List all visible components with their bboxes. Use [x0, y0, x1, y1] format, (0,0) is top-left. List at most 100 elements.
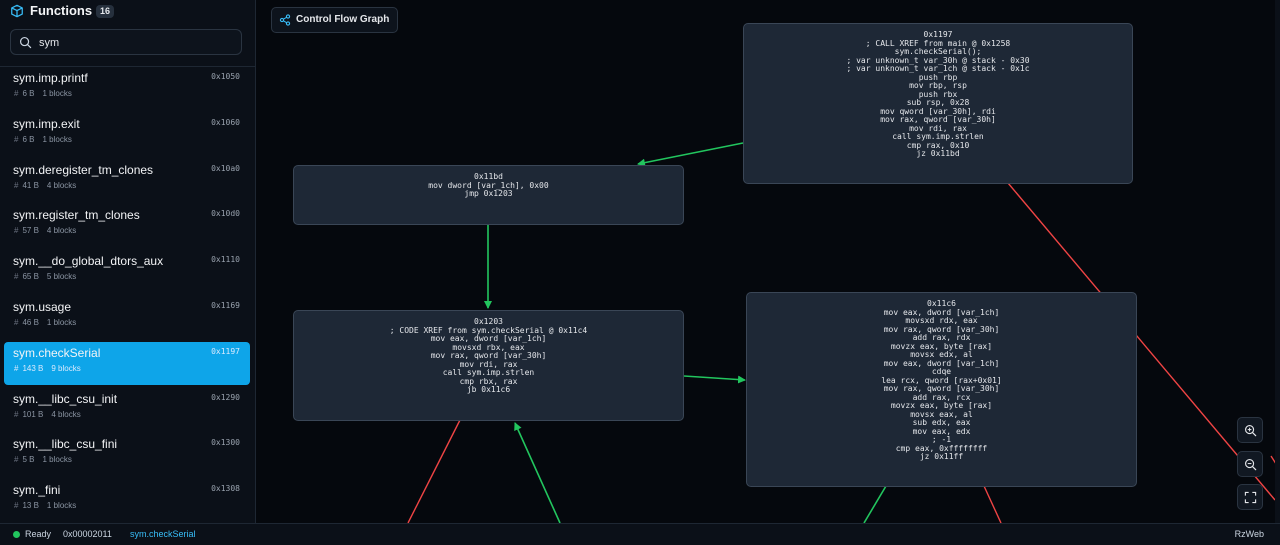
function-item[interactable]: sym.usage 0x1169 #46 B 1 blocks: [4, 296, 250, 339]
function-blocks: 1 blocks: [42, 455, 72, 465]
function-address: 0x1169: [211, 301, 240, 310]
function-meta: #13 B 1 blocks: [14, 501, 76, 510]
function-meta: #41 B 4 blocks: [14, 181, 76, 190]
hash-icon: #: [14, 363, 19, 373]
function-size: 13 B: [22, 501, 39, 511]
function-size: 6 B: [22, 89, 35, 98]
function-address: 0x1308: [211, 484, 240, 494]
function-item[interactable]: sym.__do_global_dtors_aux 0x1110 #65 B 5 bl…: [4, 250, 250, 293]
fit-screen-button[interactable]: [1237, 484, 1263, 510]
hash-icon: #: [14, 318, 19, 327]
cfg-node-0x11bd[interactable]: 0x11bd mov dword [var_1ch], 0x00 jmp 0x120…: [293, 165, 684, 225]
function-item[interactable]: sym.deregister_tm_clones 0x10a0 #41 B 4 blo…: [4, 159, 250, 202]
function-name: sym.__libc_csu_init: [13, 391, 118, 406]
function-name: sym.register_tm_clones: [13, 208, 140, 223]
function-blocks: 4 blocks: [46, 180, 77, 190]
scrollbar-track[interactable]: [1275, 0, 1280, 523]
hash-icon: #: [14, 89, 19, 98]
function-address: 0x10a0: [211, 163, 240, 173]
function-meta: #6 B 1 blocks: [14, 89, 72, 98]
search-icon: [19, 36, 32, 49]
cfg-node-0x11c6[interactable]: 0x11c6 mov eax, dword [var_1ch] movsxd rdx…: [746, 292, 1137, 487]
function-size: 6 B: [22, 134, 35, 144]
function-blocks: 5 blocks: [46, 272, 77, 282]
hash-icon: #: [14, 272, 19, 282]
edge-false-1203: [407, 419, 461, 523]
function-meta: #57 B 4 blocks: [14, 226, 76, 235]
zoom-in-icon: [1245, 425, 1257, 437]
function-name: sym.__do_global_dtors_aux: [13, 254, 164, 269]
function-name: sym._fini: [13, 483, 61, 498]
asm-line: jz 0x11ff: [919, 452, 964, 461]
status-state: Ready: [25, 529, 52, 539]
sidebar-header: Functions 16: [0, 0, 255, 24]
function-item[interactable]: sym.__libc_csu_init 0x1290 #101 B 4 blocks: [4, 388, 250, 431]
function-size: 41 B: [22, 180, 39, 190]
asm-line: jmp 0x1203: [464, 189, 513, 198]
search-box[interactable]: [10, 29, 242, 55]
function-name: sym.usage: [13, 300, 72, 314]
function-name: sym.checkSerial: [13, 345, 101, 360]
hash-icon: #: [14, 409, 19, 419]
zoom-out-button[interactable]: [1237, 451, 1263, 477]
function-meta: #5 B 1 blocks: [14, 455, 72, 464]
zoom-in-button[interactable]: [1237, 417, 1263, 443]
hash-icon: #: [14, 134, 19, 144]
function-size: 143 B: [22, 363, 44, 373]
ready-indicator-icon: [13, 531, 20, 538]
hash-icon: #: [14, 455, 19, 465]
function-address: 0x1290: [211, 392, 240, 402]
status-function[interactable]: sym.checkSerial: [130, 529, 196, 539]
function-size: 5 B: [22, 455, 35, 465]
function-blocks: 1 blocks: [42, 89, 72, 98]
function-item[interactable]: sym.imp.printf 0x1050 #6 B 1 blocks: [4, 67, 250, 110]
edge-true-11c6: [863, 485, 887, 523]
function-address: 0x1110: [211, 255, 240, 265]
asm-line: jz 0x11bd: [916, 149, 960, 158]
app-name: RzWeb: [1234, 529, 1264, 539]
cfg-node-0x1197[interactable]: 0x1197; CALL XREF from main @ 0x1258 sym.…: [743, 23, 1133, 184]
hash-icon: #: [14, 226, 19, 236]
share-nodes-icon: [279, 14, 291, 26]
graph-title: Control Flow Graph: [296, 14, 390, 25]
function-meta: #143 B 9 blocks: [14, 364, 81, 373]
function-name: sym.imp.printf: [13, 71, 88, 85]
functions-sidebar: Functions 16 sym.imp.printf 0x1050 #6 B 1 b…: [0, 0, 256, 523]
status-bar: Ready 0x00002011 sym.checkSerial RzWeb: [0, 523, 1280, 545]
function-blocks: 4 blocks: [51, 409, 81, 419]
function-meta: #6 B 1 blocks: [14, 135, 72, 144]
function-item[interactable]: sym._fini 0x1308 #13 B 1 blocks: [4, 479, 250, 522]
function-count-badge: 16: [96, 5, 115, 18]
asm-line: jb 0x11c6: [466, 385, 511, 394]
status-address: 0x00002011: [63, 529, 112, 539]
hash-icon: #: [14, 501, 19, 511]
function-item[interactable]: sym.imp.exit 0x1060 #6 B 1 blocks: [4, 113, 250, 156]
function-size: 46 B: [22, 318, 39, 327]
search-input[interactable]: [37, 34, 237, 52]
zoom-out-icon: [1245, 459, 1257, 471]
function-size: 101 B: [22, 409, 44, 419]
function-meta: #65 B 5 blocks: [14, 272, 76, 281]
function-blocks: 1 blocks: [42, 134, 72, 144]
cfg-node-0x1203[interactable]: 0x1203; CODE XREF from sym.checkSerial @…: [293, 310, 684, 421]
function-address: 0x1197: [211, 346, 240, 356]
function-item[interactable]: sym.checkSerial 0x1197 #143 B 9 blocks: [4, 341, 250, 385]
function-blocks: 4 blocks: [46, 226, 77, 236]
control-flow-graph-button[interactable]: Control Flow Graph: [271, 7, 399, 33]
function-address: 0x10d0: [211, 209, 240, 219]
edge-back-to-1203: [514, 422, 561, 523]
function-blocks: 9 blocks: [51, 363, 81, 373]
graph-canvas[interactable]: Control Flow Graph 0x1197; CALL XREF fro…: [256, 0, 1280, 523]
function-item[interactable]: sym.__libc_csu_fini 0x1300 #5 B 1 blocks: [4, 433, 250, 476]
function-blocks: 1 blocks: [46, 501, 77, 511]
function-address: 0x1050: [211, 72, 240, 81]
sidebar-title: Functions: [30, 3, 93, 18]
edge-1203-11c6: [683, 375, 746, 384]
function-item[interactable]: sym.register_tm_clones 0x10d0 #57 B 4 block…: [4, 204, 250, 247]
function-blocks: 1 blocks: [46, 318, 77, 327]
function-size: 57 B: [22, 226, 39, 236]
expand-icon: [1244, 491, 1257, 504]
edge-true-1197-11bd: [637, 142, 744, 167]
edge-false-11c6: [983, 485, 1002, 523]
function-address: 0x1300: [211, 438, 240, 448]
